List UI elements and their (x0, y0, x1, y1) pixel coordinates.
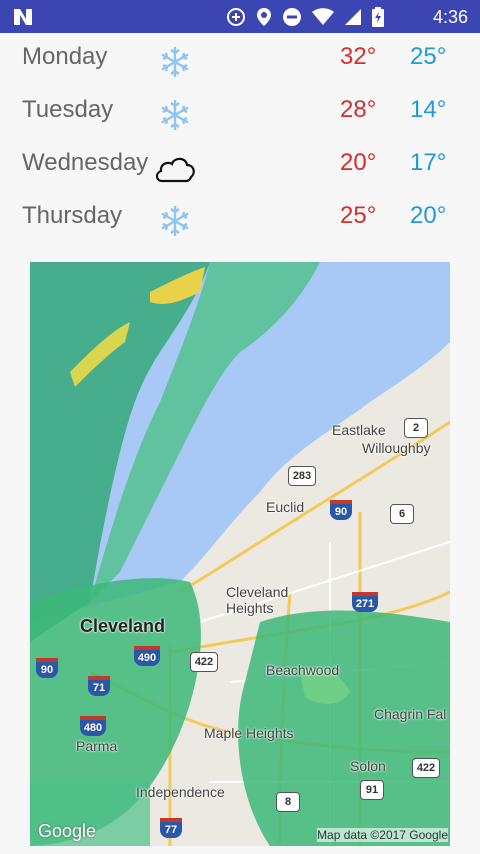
low-temp: 14° (410, 96, 447, 123)
map-label-beachwood: Beachwood (266, 662, 340, 678)
data-saver-icon (227, 8, 245, 26)
snowflake-icon (161, 47, 189, 77)
map-label-willoughby: Willoughby (362, 440, 431, 456)
forecast-row-tuesday[interactable]: Tuesday 28° 14° (0, 86, 480, 139)
route-8-shield: 8 (276, 792, 300, 812)
do-not-disturb-icon (283, 8, 301, 26)
location-icon (257, 8, 271, 26)
forecast-row-wednesday[interactable]: Wednesday 20° 17° (0, 139, 480, 192)
interstate-71-shield: 71 (88, 676, 110, 696)
forecast-row-thursday[interactable]: Thursday 25° 20° (0, 192, 480, 245)
interstate-90-west-shield: 90 (36, 658, 58, 678)
cloud-icon (155, 157, 195, 183)
interstate-90-shield: 90 (330, 500, 352, 520)
low-temp: 20° (410, 202, 447, 229)
map-label-euclid: Euclid (266, 499, 305, 515)
us-6-shield: 6 (390, 504, 414, 524)
day-label: Tuesday (22, 96, 114, 123)
map-label-parma: Parma (76, 738, 118, 754)
snowflake-icon (161, 206, 189, 236)
n-logo-icon (14, 9, 32, 25)
high-temp: 20° (340, 149, 377, 176)
us-422-shield: 422 (190, 652, 218, 672)
map-label-independence: Independence (136, 784, 225, 800)
status-icons (226, 6, 384, 28)
map-label-solon: Solon (350, 758, 386, 774)
status-bar: 4:36 (0, 0, 480, 33)
route-91-shield: 91 (360, 780, 384, 800)
low-temp: 17° (410, 149, 447, 176)
high-temp: 25° (340, 202, 377, 229)
interstate-77-shield: 77 (160, 818, 182, 838)
wifi-icon (312, 8, 334, 25)
map-attribution[interactable]: Map data ©2017 Google (317, 828, 448, 842)
map-label-cleveland: Cleveland (80, 616, 166, 636)
day-label: Wednesday (22, 149, 149, 176)
low-temp: 25° (410, 43, 447, 70)
map-label-maple-heights: Maple Heights (204, 725, 294, 741)
map-label-eastlake: Eastlake (332, 422, 386, 438)
day-label: Thursday (22, 202, 123, 229)
map-label-chagrin-falls: Chagrin Fal (374, 706, 447, 722)
interstate-271-shield: 271 (352, 592, 378, 612)
map-label-cleveland-heights: Cleveland Heights (226, 584, 289, 616)
battery-charging-icon (372, 7, 384, 27)
route-2-shield: 2 (404, 418, 428, 438)
clock: 4:36 (432, 7, 468, 27)
route-283-shield: 283 (288, 466, 316, 486)
interstate-480-shield: 480 (80, 716, 106, 736)
us-422-east-shield: 422 (412, 758, 440, 778)
forecast-row-monday[interactable]: Monday 32° 25° (0, 33, 480, 86)
high-temp: 32° (340, 43, 377, 70)
signal-icon (345, 9, 361, 25)
google-logo[interactable]: Google (38, 821, 96, 842)
day-label: Monday (22, 43, 108, 70)
forecast-list: Monday 32° 25° Tuesday 28° 14° Wednesday… (0, 33, 480, 253)
high-temp: 28° (340, 96, 377, 123)
radar-map[interactable]: Eastlake Willoughby Euclid Cleveland Hei… (30, 262, 450, 846)
snowflake-icon (161, 100, 189, 130)
map-canvas[interactable] (30, 262, 450, 846)
interstate-490-shield: 490 (134, 646, 160, 666)
